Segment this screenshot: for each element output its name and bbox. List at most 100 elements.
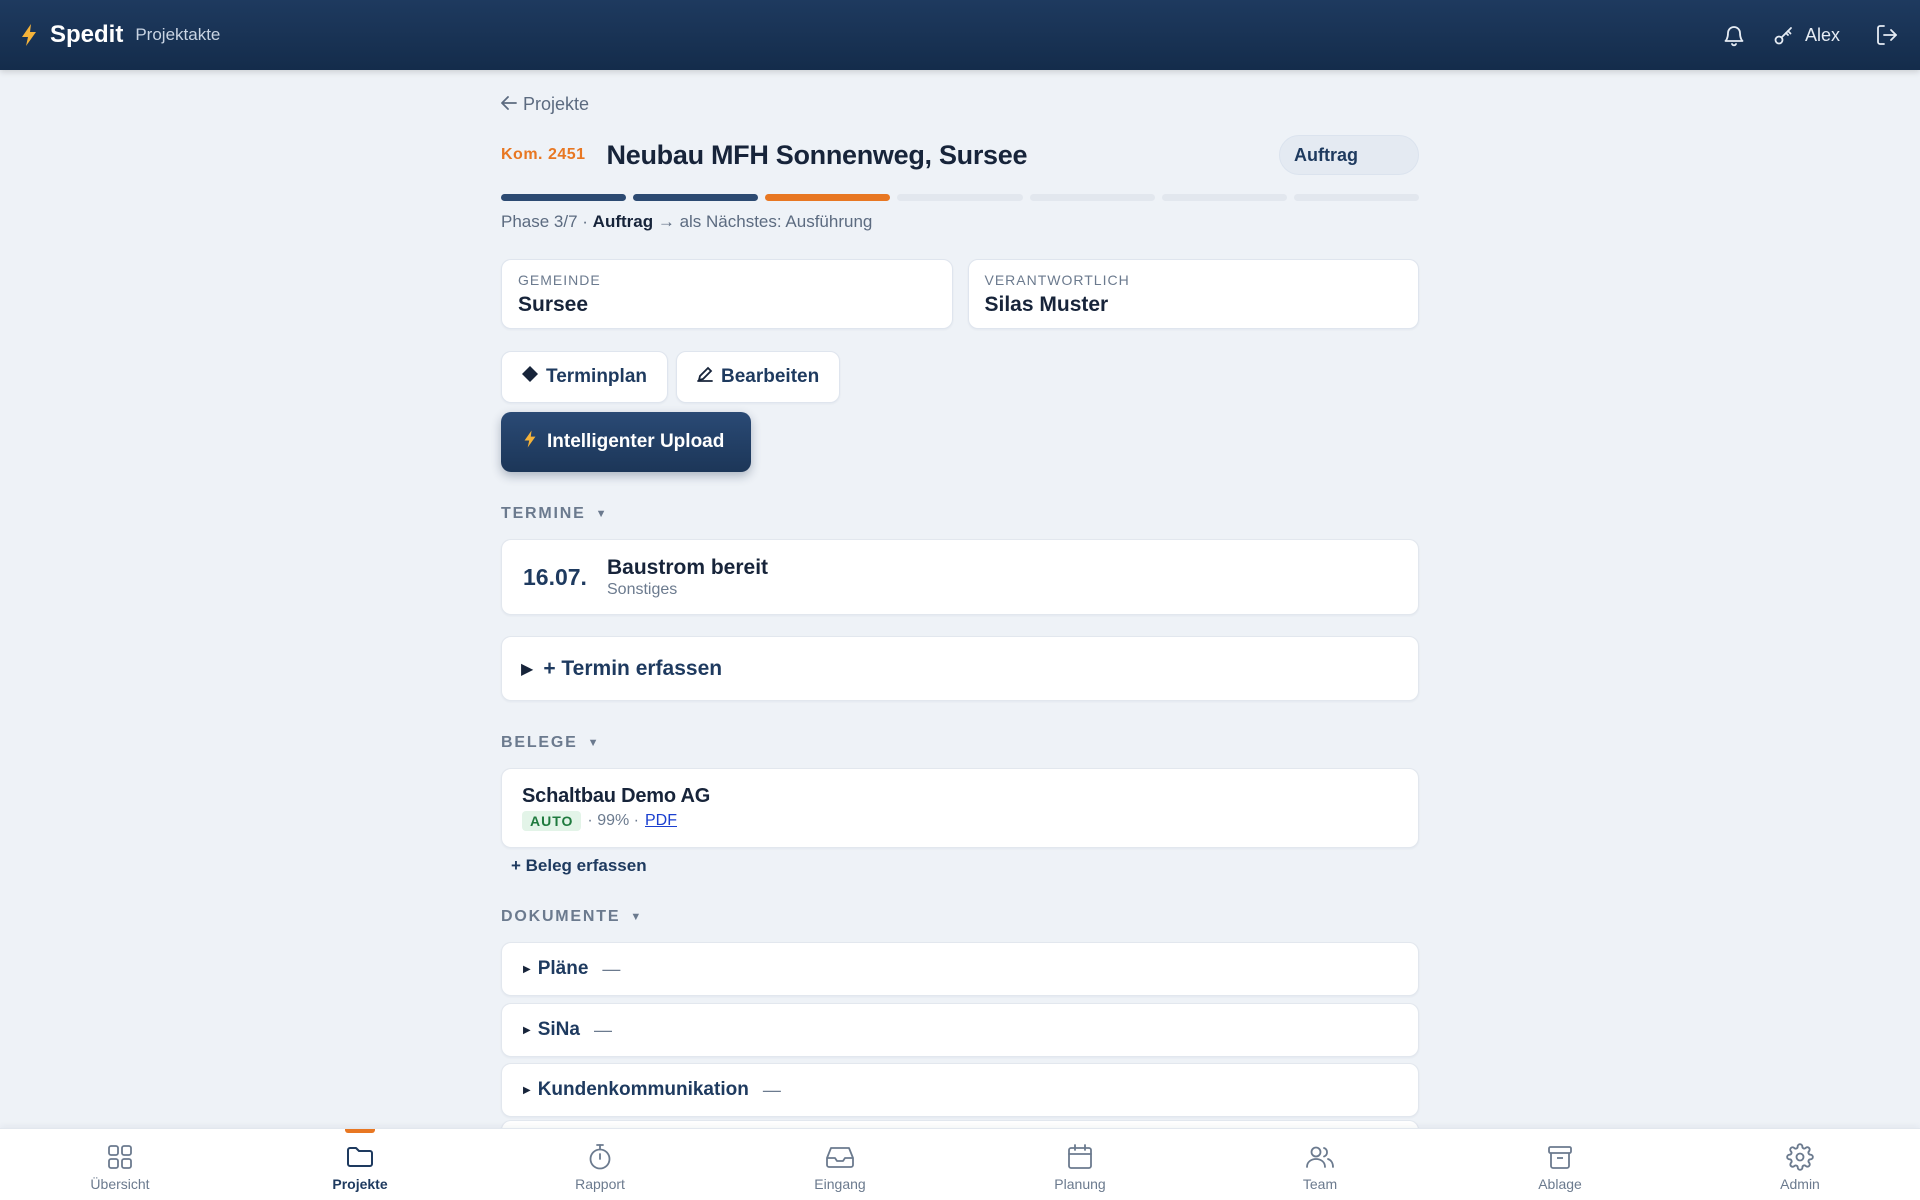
beleg-item[interactable]: Schaltbau Demo AG AUTO · 99% · PDF (501, 768, 1419, 848)
bell-icon[interactable] (1721, 22, 1747, 48)
nav-ablage[interactable]: Ablage (1440, 1129, 1680, 1200)
termin-category: Sonstiges (607, 580, 678, 598)
phase-text-current: Auftrag (592, 212, 654, 231)
phase-segment-1 (501, 194, 627, 201)
nav-label: Projekte (332, 1175, 388, 1192)
top-bar: Spedit Projektakte Alex (0, 0, 1920, 70)
user-name[interactable]: Alex (1805, 25, 1840, 46)
doc-folder-sina[interactable]: ▶ SiNa — (501, 1003, 1419, 1057)
caret-down-icon: ▼ (595, 508, 609, 520)
gear-icon (1785, 1142, 1815, 1172)
triangle-right-icon: ▶ (523, 963, 531, 975)
phase-segment-6 (1161, 194, 1287, 201)
gemeinde-card: GEMEINDE Sursee (501, 259, 953, 329)
pdf-link[interactable]: PDF (645, 812, 677, 830)
triangle-right-icon: ▶ (523, 1084, 531, 1096)
doc-folder-plaene[interactable]: ▶ Pläne — (501, 942, 1419, 996)
doc-folder-count: — (762, 1079, 781, 1100)
nav-label: Planung (1054, 1175, 1106, 1192)
nav-label: Ablage (1538, 1175, 1582, 1192)
phase-segment-7 (1293, 194, 1419, 201)
logout-icon[interactable] (1874, 22, 1900, 48)
nav-rapport[interactable]: Rapport (480, 1129, 720, 1200)
gemeinde-value: Sursee (518, 293, 589, 316)
caret-down-icon: ▼ (587, 737, 601, 749)
doc-folder-label: Kundenkommunikation (537, 1079, 749, 1100)
phase-status-text: Phase 3/7 · Auftrag → als Nächstes: Ausf… (501, 212, 872, 232)
inbox-icon (825, 1142, 855, 1172)
kommission-number: Kom. 2451 (501, 146, 586, 163)
nav-admin[interactable]: Admin (1680, 1129, 1920, 1200)
title-row: Kom. 2451 Neubau MFH Sonnenweg, Sursee A… (501, 132, 1419, 178)
phase-progress-bar (501, 194, 1419, 201)
terminplan-label: Terminplan (546, 366, 647, 387)
key-icon[interactable] (1771, 22, 1797, 48)
phase-segment-4 (897, 194, 1023, 201)
project-title: Neubau MFH Sonnenweg, Sursee (606, 139, 1028, 170)
nav-uebersicht[interactable]: Übersicht (0, 1129, 240, 1200)
doc-folder-label: Pläne (537, 958, 589, 979)
bolt-icon (523, 430, 537, 454)
back-to-projects-link[interactable]: Projekte (501, 94, 589, 115)
nav-label: Rapport (575, 1175, 625, 1192)
bottom-navigation: Übersicht Projekte Rapport Eingang Planu… (0, 1128, 1920, 1200)
arrow-left-icon (501, 94, 517, 115)
nav-team[interactable]: Team (1200, 1129, 1440, 1200)
edit-button[interactable]: Bearbeiten (676, 351, 841, 403)
belege-heading: BELEGE (501, 734, 578, 751)
dokumente-heading: DOKUMENTE (501, 908, 621, 925)
edit-label: Bearbeiten (721, 366, 820, 387)
terminplan-button[interactable]: Terminplan (501, 351, 668, 403)
back-link-label: Projekte (523, 94, 590, 114)
bolt-icon (20, 24, 42, 46)
verantwortlich-label: VERANTWORTLICH (984, 272, 1130, 288)
add-beleg-button[interactable]: + Beleg erfassen (511, 856, 647, 876)
info-row: GEMEINDE Sursee VERANTWORTLICH Silas Mus… (501, 259, 1419, 329)
nav-projekte[interactable]: Projekte (240, 1129, 480, 1200)
belege-section-toggle[interactable]: BELEGE ▼ (501, 734, 600, 752)
smart-upload-label: Intelligenter Upload (547, 431, 725, 452)
triangle-right-icon: ▶ (523, 1024, 531, 1036)
verantwortlich-value: Silas Muster (984, 293, 1109, 316)
termine-section-toggle[interactable]: TERMINE ▼ (501, 505, 608, 523)
team-icon (1305, 1142, 1335, 1172)
verantwortlich-card: VERANTWORTLICH Silas Muster (967, 259, 1419, 329)
page-subtitle: Projektakte (135, 25, 221, 44)
calendar-icon (1065, 1142, 1095, 1172)
gemeinde-label: GEMEINDE (518, 272, 601, 288)
beleg-vendor: Schaltbau Demo AG (522, 785, 711, 807)
dokumente-section-toggle[interactable]: DOKUMENTE ▼ (501, 908, 643, 926)
add-termin-label: + Termin erfassen (543, 656, 723, 680)
doc-folder-count: — (593, 1019, 612, 1040)
doc-folder-count: — (602, 958, 621, 979)
doc-folder-label: SiNa (537, 1019, 580, 1040)
nav-planung[interactable]: Planung (960, 1129, 1200, 1200)
phase-segment-5 (1029, 194, 1155, 201)
nav-eingang[interactable]: Eingang (720, 1129, 960, 1200)
smart-upload-button[interactable]: Intelligenter Upload (501, 412, 751, 472)
folder-icon (345, 1142, 375, 1172)
nav-label: Team (1302, 1175, 1338, 1192)
stopwatch-icon (585, 1142, 615, 1172)
caret-down-icon: ▼ (630, 911, 643, 923)
action-buttons: Terminplan Bearbeiten (501, 351, 841, 403)
doc-folder-kundenkommunikation[interactable]: ▶ Kundenkommunikation — (501, 1063, 1419, 1117)
nav-label: Übersicht (90, 1175, 150, 1192)
add-termin-toggle[interactable]: ▶ + Termin erfassen (501, 636, 1419, 701)
phase-badge[interactable]: Auftrag (1279, 135, 1419, 175)
triangle-right-icon: ▶ (521, 660, 534, 678)
nav-label: Eingang (814, 1175, 866, 1192)
app-name[interactable]: Spedit (50, 21, 123, 49)
pencil-icon (697, 366, 713, 388)
termine-heading: TERMINE (501, 505, 586, 522)
phase-segment-3 (765, 194, 891, 201)
termin-item[interactable]: 16.07. Baustrom bereit Sonstiges (501, 539, 1419, 615)
termin-date: 16.07. (523, 563, 587, 590)
auto-badge: AUTO (522, 811, 582, 831)
termin-title: Baustrom bereit (607, 555, 769, 579)
diamond-icon (522, 366, 538, 388)
phase-segment-2 (633, 194, 759, 201)
grid-icon (105, 1142, 135, 1172)
nav-label: Admin (1780, 1175, 1820, 1192)
phase-text-prefix: Phase 3/7 · (501, 212, 593, 231)
